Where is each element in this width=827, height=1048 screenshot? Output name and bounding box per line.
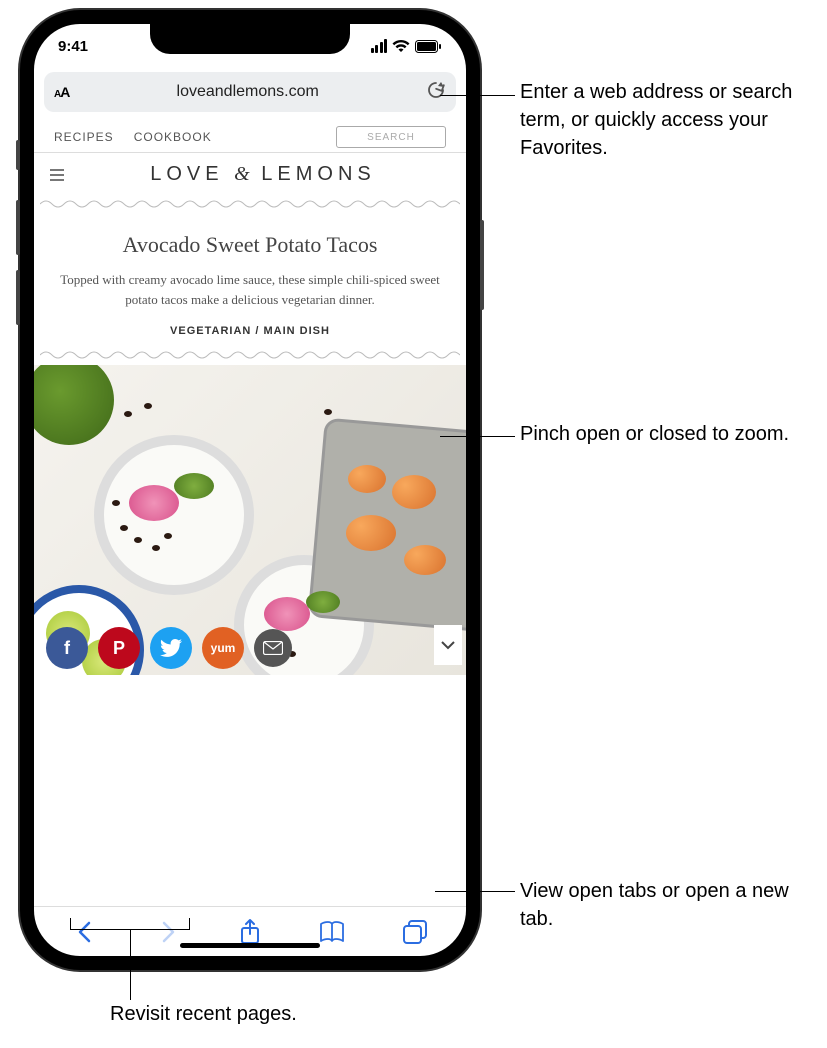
url-field[interactable]: loveandlemons.com (77, 83, 418, 101)
callout-line (435, 891, 515, 892)
site-logo[interactable]: LOVE & LEMONS (76, 163, 450, 186)
tabs-button[interactable] (395, 912, 435, 952)
email-icon[interactable] (254, 629, 292, 667)
volume-up-button (16, 200, 20, 255)
decor-band-mid (34, 343, 466, 365)
power-button (480, 220, 484, 310)
article-image: f P yum (34, 365, 466, 675)
callout-line (440, 436, 515, 437)
callout-tabs: View open tabs or open a new tab. (520, 877, 820, 933)
nav-recipes[interactable]: RECIPES (54, 130, 114, 144)
text-size-icon[interactable]: AA (54, 84, 69, 100)
callout-address: Enter a web address or search term, or q… (520, 78, 820, 162)
safari-toolbar (34, 906, 466, 956)
battery-icon (415, 40, 442, 53)
facebook-icon[interactable]: f (46, 627, 88, 669)
iphone-frame: 9:41 AA loveandlemons.com RECIPES (20, 10, 480, 970)
silent-switch (16, 140, 20, 170)
hamburger-icon[interactable] (50, 169, 64, 181)
herbs-decor (34, 365, 114, 445)
wifi-icon (392, 39, 410, 53)
home-indicator (180, 943, 320, 948)
callout-recent: Revisit recent pages. (110, 1000, 430, 1028)
cellular-icon (371, 39, 388, 53)
phone-screen: 9:41 AA loveandlemons.com RECIPES (34, 24, 466, 956)
yummly-icon[interactable]: yum (202, 627, 244, 669)
site-nav: RECIPES COOKBOOK SEARCH (34, 120, 466, 153)
decor-band-top (34, 192, 466, 214)
article-desc: Topped with creamy avocado lime sauce, t… (54, 270, 446, 309)
twitter-icon[interactable] (150, 627, 192, 669)
chevron-down-icon[interactable] (434, 625, 462, 665)
article-title: Avocado Sweet Potato Tacos (54, 232, 446, 258)
nav-cookbook[interactable]: COOKBOOK (134, 130, 212, 144)
web-content[interactable]: RECIPES COOKBOOK SEARCH LOVE & LEMONS A (34, 120, 466, 906)
callout-bracket (70, 918, 190, 930)
pinterest-icon[interactable]: P (98, 627, 140, 669)
address-bar[interactable]: AA loveandlemons.com (44, 72, 456, 112)
notch (150, 24, 350, 54)
callout-zoom: Pinch open or closed to zoom. (520, 420, 820, 448)
site-search-input[interactable]: SEARCH (336, 126, 446, 148)
site-header: LOVE & LEMONS (34, 153, 466, 192)
taco-plate-1 (94, 435, 254, 595)
status-right (371, 39, 443, 53)
volume-down-button (16, 270, 20, 325)
article: Avocado Sweet Potato Tacos Topped with c… (34, 214, 466, 343)
status-time: 9:41 (58, 38, 88, 55)
reload-icon[interactable] (426, 80, 446, 105)
callout-line (440, 95, 515, 96)
social-row: f P yum (46, 627, 292, 669)
callout-line (130, 930, 131, 1000)
article-meta: VEGETARIAN / MAIN DISH (54, 325, 446, 337)
